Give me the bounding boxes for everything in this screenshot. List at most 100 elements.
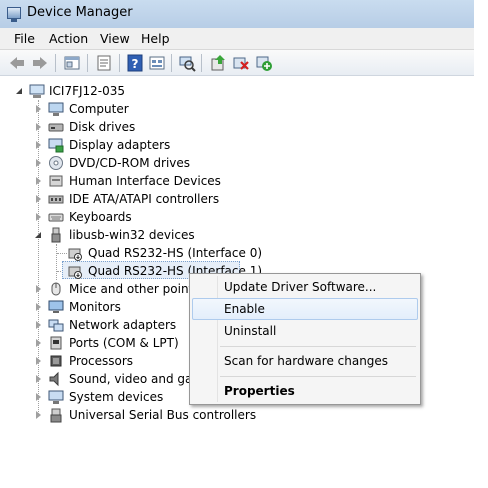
tree-item-disk-drives[interactable]: Disk drives (0, 118, 440, 136)
expand-icon[interactable] (36, 375, 41, 383)
tree-item-label: Mice and other pointin (69, 282, 205, 296)
enable-icon[interactable] (255, 54, 273, 72)
tree-item-label: Monitors (69, 300, 121, 314)
tree-item-computer[interactable]: Computer (0, 100, 440, 118)
tree-root[interactable]: ICI7FJ12-035 (0, 82, 440, 100)
tree-item-label: Display adapters (69, 138, 171, 152)
forward-icon[interactable] (31, 54, 49, 72)
menu-separator (220, 376, 416, 377)
tree-item-label: libusb-win32 devices (69, 228, 195, 242)
system-device-icon (48, 389, 64, 405)
processor-icon (48, 353, 64, 369)
expand-icon[interactable] (36, 141, 41, 149)
network-adapter-icon (48, 317, 64, 333)
expand-icon[interactable] (36, 339, 41, 347)
tree-item-display-adapters[interactable]: Display adapters (0, 136, 440, 154)
menu-item-uninstall[interactable]: Uninstall (192, 320, 418, 342)
help-icon[interactable]: ? (126, 54, 144, 72)
tree-item-label: Network adapters (69, 318, 177, 332)
tree-item-ide-ata-atapi-controllers[interactable]: IDE ATA/ATAPI controllers (0, 190, 440, 208)
device-manager-icon (7, 7, 21, 22)
show-hide-icon[interactable] (63, 54, 81, 72)
menu-item-properties[interactable]: Properties (192, 380, 418, 402)
tree-item-label: Computer (69, 102, 129, 116)
disk-drive-icon (48, 119, 64, 135)
mouse-icon (48, 281, 64, 297)
expand-icon[interactable] (36, 195, 41, 203)
tree-item-label: Ports (COM & LPT) (69, 336, 179, 350)
menu-view[interactable]: View (100, 31, 130, 46)
tree-item-label: Quad RS232-HS (Interface 0) (88, 246, 263, 260)
usb-controller-icon (48, 407, 64, 423)
tree-item-label: DVD/CD-ROM drives (69, 156, 191, 170)
display-adapter-icon (48, 137, 64, 153)
expand-icon[interactable] (36, 357, 41, 365)
menu-item-label: Properties (224, 384, 295, 398)
toolbar-separator (171, 54, 172, 72)
menu-file[interactable]: File (14, 31, 35, 46)
tree-item-label: System devices (69, 390, 164, 404)
expand-icon[interactable] (36, 393, 41, 401)
toolbar: ? (0, 50, 474, 76)
tree-child-interface-0[interactable]: Quad RS232-HS (Interface 0) (0, 244, 440, 262)
tree-item-human-interface-devices[interactable]: Human Interface Devices (0, 172, 440, 190)
expand-icon[interactable] (36, 321, 41, 329)
hid-icon (48, 173, 64, 189)
monitor-icon (48, 299, 64, 315)
menu-help[interactable]: Help (141, 31, 170, 46)
tree-item-label: Keyboards (69, 210, 132, 224)
computer-icon (48, 101, 64, 117)
tree-item-libusb-win32-devices[interactable]: libusb-win32 devices (0, 226, 440, 244)
view-icon[interactable] (148, 54, 166, 72)
tree-item-label: Disk drives (69, 120, 136, 134)
tree-item-dvd-cd-rom-drives[interactable]: DVD/CD-ROM drives (0, 154, 440, 172)
expand-icon[interactable] (36, 105, 41, 113)
scan-icon[interactable] (178, 54, 196, 72)
toolbar-separator (119, 54, 120, 72)
usb-serial-device-icon (67, 263, 83, 279)
expand-icon[interactable] (36, 159, 41, 167)
properties-icon[interactable] (95, 54, 113, 72)
context-menu: Update Driver Software... Enable Uninsta… (189, 273, 421, 405)
toolbar-separator (55, 54, 56, 72)
keyboard-icon (48, 209, 64, 225)
menu-item-scan[interactable]: Scan for hardware changes (192, 350, 418, 372)
menu-bar: File Action View Help (0, 28, 474, 50)
expand-icon[interactable] (36, 213, 41, 221)
window-edge (474, 0, 488, 488)
expand-icon[interactable] (35, 232, 41, 238)
expand-icon[interactable] (36, 411, 41, 419)
expand-icon[interactable] (36, 177, 41, 185)
expand-icon[interactable] (36, 303, 41, 311)
menu-item-label: Uninstall (224, 324, 277, 338)
expand-icon[interactable] (36, 123, 41, 131)
menu-item-enable[interactable]: Enable (192, 298, 418, 320)
tree-root-label: ICI7FJ12-035 (49, 84, 126, 98)
menu-action[interactable]: Action (49, 31, 88, 46)
ide-controller-icon (48, 191, 64, 207)
menu-item-update-driver[interactable]: Update Driver Software... (192, 276, 418, 298)
svg-text:?: ? (132, 57, 139, 71)
disable-icon[interactable] (232, 54, 250, 72)
tree-item-label: Human Interface Devices (69, 174, 221, 188)
toolbar-separator (201, 54, 202, 72)
expand-icon[interactable] (36, 285, 41, 293)
toolbar-separator (87, 54, 88, 72)
usb-serial-device-icon (67, 245, 83, 261)
tree-item-usb-controllers[interactable]: Universal Serial Bus controllers (0, 406, 440, 424)
menu-separator (220, 346, 416, 347)
tree-item-keyboards[interactable]: Keyboards (0, 208, 440, 226)
dvd-drive-icon (48, 155, 64, 171)
back-icon[interactable] (8, 54, 26, 72)
menu-item-label: Update Driver Software... (224, 280, 377, 294)
tree-item-label: Universal Serial Bus controllers (69, 408, 257, 422)
menu-item-label: Enable (224, 302, 265, 316)
expand-icon[interactable] (16, 88, 22, 94)
computer-icon (29, 83, 45, 99)
menu-item-label: Scan for hardware changes (224, 354, 389, 368)
update-driver-icon[interactable] (209, 54, 227, 72)
title-bar: Device Manager (0, 0, 488, 28)
usb-device-icon (48, 227, 64, 243)
tree-item-label: Sound, video and gam (69, 372, 205, 386)
tree-item-label: IDE ATA/ATAPI controllers (69, 192, 220, 206)
